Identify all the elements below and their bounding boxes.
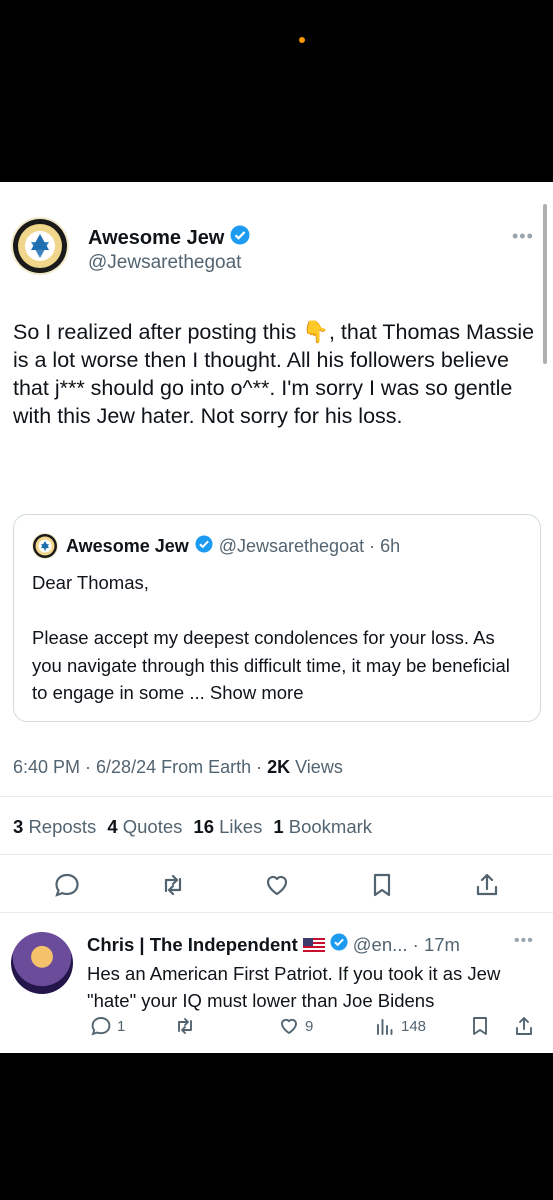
action-bar xyxy=(0,870,553,900)
verified-badge-icon xyxy=(195,535,213,558)
quoted-meta: @Jewsarethegoat · 6h xyxy=(218,536,401,556)
reply-bookmark-button[interactable] xyxy=(468,1014,492,1038)
status-area xyxy=(0,0,553,182)
quoted-body: Dear Thomas, Please accept my deepest co… xyxy=(32,569,527,707)
tweet-timestamp: 6:40 PM · 6/28/24 From Earth · 2K Views xyxy=(13,757,343,777)
author-avatar[interactable] xyxy=(11,217,69,275)
reply-share-button[interactable] xyxy=(512,1014,536,1038)
verified-badge-icon xyxy=(230,225,250,251)
more-options-icon[interactable]: ••• xyxy=(512,226,534,247)
reply-header: Chris | The Independent @en... · 17m xyxy=(87,933,460,956)
bookmarks-stat[interactable]: 1 Bookmark xyxy=(273,816,372,838)
repost-icon xyxy=(178,1018,192,1034)
divider xyxy=(0,854,553,855)
quoted-greeting: Dear Thomas, xyxy=(32,572,149,593)
quoted-tweet[interactable]: Awesome Jew @Jewsarethegoat · 6h Dear Th… xyxy=(13,514,541,722)
views-count[interactable]: 2K xyxy=(267,757,290,777)
reply-views-button[interactable]: 148 xyxy=(373,1014,426,1038)
engagement-stats: 3 Reposts 4 Quotes 16 Likes 1 Bookmark xyxy=(13,816,372,838)
recording-indicator xyxy=(299,37,305,43)
divider xyxy=(0,912,553,913)
reply-author-name[interactable]: Chris | The Independent xyxy=(87,934,298,956)
reply-like-button[interactable]: 9 xyxy=(277,1014,313,1038)
bookmark-icon xyxy=(473,1017,487,1035)
like-icon[interactable] xyxy=(262,870,292,900)
show-more-link[interactable]: Show more xyxy=(210,682,304,703)
views-label: Views xyxy=(290,757,343,777)
author-handle[interactable]: @Jewsarethegoat xyxy=(88,252,241,274)
views-icon xyxy=(377,1019,393,1035)
likes-stat[interactable]: 16 Likes xyxy=(193,816,262,838)
tweet-panel: Awesome Jew @Jewsarethegoat ••• So I rea… xyxy=(0,182,553,1053)
views-count: 148 xyxy=(401,1017,427,1035)
reply-count: 1 xyxy=(117,1017,126,1035)
author-name[interactable]: Awesome Jew xyxy=(88,227,224,250)
reply-repost-button[interactable] xyxy=(173,1014,197,1038)
reply-meta: @en... · 17m xyxy=(352,933,460,955)
us-flag-icon xyxy=(302,937,325,952)
bookmark-icon[interactable] xyxy=(367,870,397,900)
reply-author-avatar[interactable] xyxy=(11,932,73,994)
quoted-author-avatar xyxy=(32,533,58,559)
like-count: 9 xyxy=(305,1017,314,1035)
reply-reply-button[interactable]: 1 xyxy=(89,1014,125,1038)
verified-badge-icon xyxy=(330,933,348,956)
repost-icon[interactable] xyxy=(158,870,188,900)
tweet-text: So I realized after posting this 👇, that… xyxy=(13,320,535,428)
like-icon xyxy=(281,1018,297,1034)
reply-tweet[interactable]: Chris | The Independent @en... · 17m •••… xyxy=(0,918,553,1053)
quoted-author-name: Awesome Jew xyxy=(66,536,189,556)
quotes-stat[interactable]: 4 Quotes xyxy=(107,816,182,838)
reply-icon[interactable] xyxy=(52,870,82,900)
reply-more-options-icon[interactable]: ••• xyxy=(514,932,534,950)
reply-text: Hes an American First Patriot. If you to… xyxy=(87,963,501,1011)
reply-icon xyxy=(91,1017,111,1036)
quoted-header: Awesome Jew @Jewsarethegoat · 6h xyxy=(66,535,400,558)
scrollbar[interactable] xyxy=(543,204,547,364)
share-icon[interactable] xyxy=(472,870,502,900)
reposts-stat[interactable]: 3 Reposts xyxy=(13,816,96,838)
reply-action-bar: 1 9 148 xyxy=(0,1014,553,1040)
divider xyxy=(0,796,553,797)
author-name-row[interactable]: Awesome Jew xyxy=(88,225,250,251)
share-icon xyxy=(516,1017,532,1035)
